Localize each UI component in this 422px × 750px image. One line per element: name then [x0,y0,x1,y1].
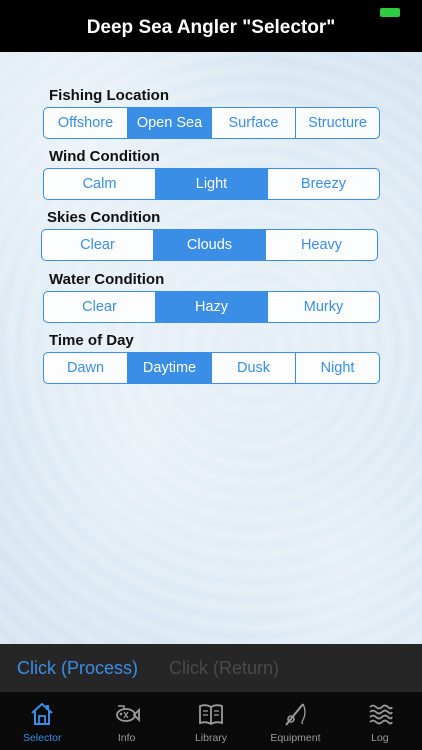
battery-indicator [380,8,400,17]
segment-daytime[interactable]: Daytime [127,353,211,383]
fishing-rod-icon [285,703,307,726]
segment-dusk[interactable]: Dusk [211,353,295,383]
segment-structure[interactable]: Structure [295,108,379,138]
fishing-location-segmented-control: Offshore Open Sea Surface Structure [43,107,380,139]
segment-heavy[interactable]: Heavy [265,230,377,260]
segment-murky[interactable]: Murky [267,292,379,322]
time-of-day-segmented-control: Dawn Daytime Dusk Night [43,352,380,384]
segment-clear[interactable]: Clear [44,292,155,322]
tab-selector[interactable]: Selector [0,692,84,750]
segment-light[interactable]: Light [155,169,267,199]
tab-info[interactable]: Info [84,692,168,750]
tab-log[interactable]: Log [338,692,422,750]
waves-icon [369,704,393,725]
home-icon [31,702,53,725]
fishing-location-label: Fishing Location [49,87,169,104]
selector-content: Fishing Location Offshore Open Sea Surfa… [0,52,422,644]
segment-clouds[interactable]: Clouds [153,230,265,260]
segment-dawn[interactable]: Dawn [44,353,127,383]
return-button: Click (Return) [169,657,280,678]
process-button[interactable]: Click (Process) [17,658,138,679]
skies-condition-label: Skies Condition [47,209,161,226]
wind-condition-label: Wind Condition [49,148,160,165]
fish-icon [115,705,140,723]
segment-calm[interactable]: Calm [44,169,155,199]
segment-night[interactable]: Night [295,353,379,383]
water-condition-segmented-control: Clear Hazy Murky [43,291,380,323]
time-of-day-label: Time of Day [49,332,134,349]
segment-open-sea[interactable]: Open Sea [127,108,211,138]
tab-label: Library [194,732,228,744]
tab-bar: Selector Info Library Equipment Log [0,692,422,750]
segment-hazy[interactable]: Hazy [155,292,267,322]
tab-library[interactable]: Library [169,692,253,750]
tab-label: Info [117,732,136,744]
book-icon [199,704,223,726]
segment-offshore[interactable]: Offshore [44,108,127,138]
action-bar: Click (Process) Click (Return) [0,644,422,692]
skies-condition-segmented-control: Clear Clouds Heavy [41,229,378,261]
segment-clear[interactable]: Clear [42,230,153,260]
page-title: Deep Sea Angler "Selector" [86,17,336,38]
tab-label: Selector [22,732,62,744]
tab-label: Equipment [270,732,321,744]
wind-condition-segmented-control: Calm Light Breezy [43,168,380,200]
segment-surface[interactable]: Surface [211,108,295,138]
tab-equipment[interactable]: Equipment [253,692,337,750]
tab-label: Log [371,732,389,744]
water-condition-label: Water Condition [49,271,165,288]
navigation-bar: Deep Sea Angler "Selector" [0,0,422,52]
segment-breezy[interactable]: Breezy [267,169,379,199]
